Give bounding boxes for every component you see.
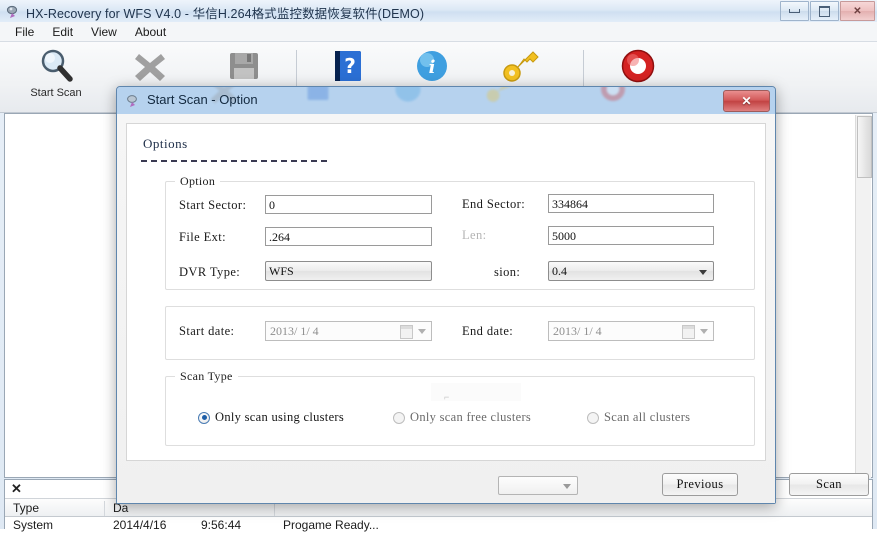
log-cell-type: System: [13, 518, 54, 532]
tab-options[interactable]: Options: [143, 136, 188, 156]
dvr-type-value: WFS: [269, 264, 294, 278]
scan-type-group: Scan Type Only scan using clusters Only …: [165, 369, 755, 446]
ghost-exit-icon: [597, 87, 629, 108]
close-button[interactable]: ✕: [840, 1, 875, 21]
scan-type-group-title: Scan Type: [175, 369, 238, 384]
help-book-icon: ?: [302, 46, 394, 86]
scrollbar-thumb[interactable]: [857, 116, 872, 178]
window-titlebar: HX-Recovery for WFS V4.0 - 华信H.264格式监控数据…: [0, 0, 877, 23]
app-icon: [6, 4, 21, 19]
log-close-icon[interactable]: ✕: [11, 482, 22, 496]
key-icon: [476, 46, 568, 86]
start-scan-option-dialog: Start Scan - Option ✕ Options Option Sta…: [116, 86, 869, 504]
svg-text:i: i: [429, 57, 436, 78]
calendar-icon: [682, 325, 695, 339]
dialog-close-button[interactable]: ✕: [723, 90, 770, 112]
content-scrollbar[interactable]: [855, 115, 872, 478]
dialog-inner-panel: Options Option Start Sector: 0 End Secto…: [126, 123, 766, 461]
start-date-value: 2013/ 1/ 4: [270, 324, 319, 338]
len-input[interactable]: 5000: [548, 226, 714, 245]
scan-button[interactable]: Scan: [789, 473, 869, 496]
dialog-body: Options Option Start Sector: 0 End Secto…: [117, 114, 869, 503]
menu-item-file[interactable]: File: [6, 23, 43, 41]
radio-unselected-icon: [587, 411, 599, 424]
menu-item-about[interactable]: About: [126, 23, 175, 41]
radio-label-free-clusters: Only scan free clusters: [410, 410, 532, 424]
minimize-icon: [789, 9, 800, 13]
chevron-down-icon: [700, 329, 708, 334]
cross-x-icon: [104, 46, 196, 86]
menu-item-view[interactable]: View: [82, 23, 126, 41]
dialog-title: Start Scan - Option: [147, 92, 258, 107]
ghost-help-icon: [302, 87, 334, 108]
version-label: sion:: [494, 265, 521, 279]
radio-only-scan-free-clusters[interactable]: Only scan free clusters: [393, 410, 531, 425]
chevron-down-icon: [563, 484, 571, 489]
chevron-down-icon: [699, 270, 707, 275]
log-cell-time: 9:56:44: [201, 518, 242, 532]
option-group: Option Start Sector: 0 End Sector: 33486…: [165, 174, 755, 402]
file-ext-input[interactable]: .264: [265, 227, 432, 246]
window-title: HX-Recovery for WFS V4.0 - 华信H.264格式监控数据…: [26, 7, 425, 21]
dialog-icon: [126, 93, 141, 108]
table-row[interactable]: System 2014/4/16 9:56:44 Progame Ready..…: [5, 518, 872, 534]
menubar: File Edit View About: [0, 22, 877, 42]
dvr-type-label: DVR Type:: [179, 265, 241, 279]
calendar-icon: [400, 325, 413, 339]
end-sector-input[interactable]: 334864: [548, 194, 714, 213]
svg-text:?: ?: [344, 54, 356, 78]
log-table-body: System 2014/4/16 9:56:44 Progame Ready..…: [5, 518, 872, 534]
ghost-key-icon: [483, 87, 519, 108]
tab-strip: Options: [143, 136, 188, 156]
log-cell-message: Progame Ready...: [283, 518, 379, 532]
log-cell-date: 2014/4/16: [113, 518, 167, 532]
end-date-value: 2013/ 1/ 4: [553, 324, 602, 338]
dvr-type-combobox[interactable]: WFS: [265, 261, 432, 281]
start-date-picker[interactable]: 2013/ 1/ 4: [265, 321, 432, 341]
dialog-footer: Previous Scan: [117, 466, 869, 503]
radio-only-scan-using-clusters[interactable]: Only scan using clusters: [198, 410, 344, 425]
magnifier-icon: [10, 46, 102, 86]
maximize-icon: [819, 5, 830, 17]
dialog-titlebar[interactable]: Start Scan - Option ✕: [117, 87, 775, 115]
version-combobox[interactable]: 0.4: [548, 261, 714, 281]
window-controls: ✕: [780, 1, 875, 21]
save-disk-icon: [198, 46, 290, 86]
chevron-down-icon: [418, 329, 426, 334]
start-sector-input[interactable]: 0: [265, 195, 432, 214]
maximize-button[interactable]: [810, 1, 839, 21]
end-date-picker[interactable]: 2013/ 1/ 4: [548, 321, 714, 341]
radio-unselected-icon: [393, 411, 405, 424]
end-date-label: End date:: [462, 324, 514, 338]
ghost-info-icon: [392, 87, 424, 108]
toolbar-button-start-scan[interactable]: Start Scan: [10, 46, 102, 110]
start-sector-label: Start Sector:: [179, 198, 247, 212]
start-date-label: Start date:: [179, 324, 235, 338]
date-group: Start date: 2013/ 1/ 4 End date: 2013/ 1…: [165, 306, 755, 360]
previous-button[interactable]: Previous: [662, 473, 738, 496]
version-value: 0.4: [552, 264, 567, 278]
footer-combobox[interactable]: [498, 476, 578, 495]
log-column-type: Type: [5, 501, 105, 516]
radio-selected-icon: [198, 411, 210, 424]
info-circle-icon: i: [386, 46, 478, 86]
toolbar-label-start-scan: Start Scan: [30, 87, 82, 99]
file-ext-label: File Ext:: [179, 230, 227, 244]
radio-label-all-clusters: Scan all clusters: [604, 410, 691, 424]
tab-underline: [141, 158, 327, 162]
radio-label-using-clusters: Only scan using clusters: [215, 410, 345, 424]
no-entry-icon: [592, 46, 684, 86]
end-sector-label: End Sector:: [462, 197, 526, 211]
len-label: Len:: [462, 228, 487, 242]
menu-item-edit[interactable]: Edit: [43, 23, 82, 41]
radio-scan-all-clusters[interactable]: Scan all clusters: [587, 410, 690, 425]
option-group-title: Option: [175, 174, 221, 189]
minimize-button[interactable]: [780, 1, 809, 21]
